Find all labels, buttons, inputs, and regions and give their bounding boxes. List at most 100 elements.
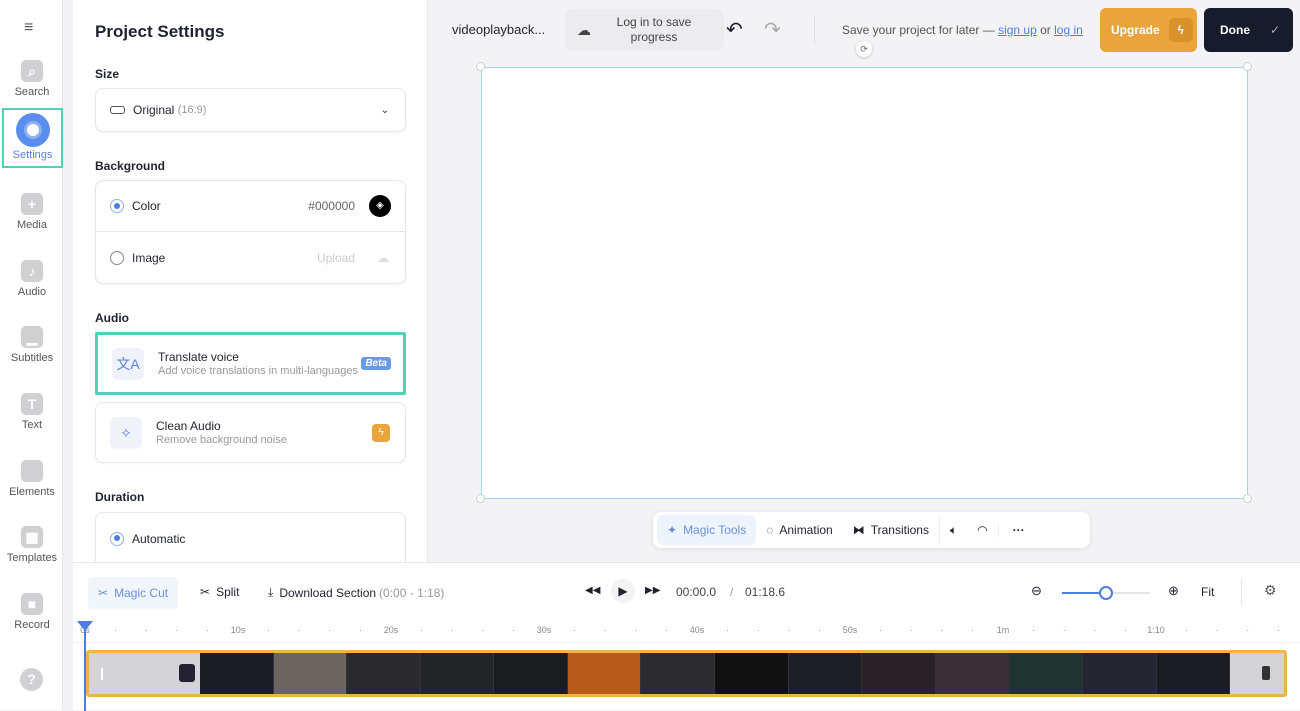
zoom-in-icon[interactable]: ⊕ [1168, 583, 1179, 599]
camera-icon: ■ [21, 593, 43, 615]
settings-panel: Project Settings Size Original (16:9) ⌄ … [73, 0, 428, 562]
rail-item-elements[interactable]: Elements [2, 452, 62, 512]
ruler-label: 20s [383, 625, 399, 635]
volume-icon[interactable]: 🔈︎ [940, 523, 967, 538]
magic-cut-icon: ✂ [98, 586, 109, 600]
rail-item-settings[interactable]: Settings [2, 108, 63, 168]
rail-item-label: Search [14, 86, 50, 98]
color-option[interactable]: Color #000000 ◈ [96, 181, 405, 232]
ruler-tick: · [940, 625, 944, 635]
automatic-option[interactable]: Automatic [96, 513, 405, 562]
paint-bucket-icon[interactable]: ◈ [369, 195, 391, 217]
duration-label: Duration [95, 490, 145, 504]
resize-handle[interactable] [1243, 62, 1252, 71]
split-label: Split [216, 585, 240, 599]
redo-icon[interactable]: ↷ [764, 17, 781, 42]
download-label: Download Section [279, 585, 377, 600]
ruler-tick: · [1062, 625, 1066, 635]
filmstrip-thumbnail [935, 653, 1010, 694]
transitions-icon: ⧓ [852, 523, 865, 537]
timeline-ruler[interactable]: 0s····10s····20s····30s····40s····50s···… [73, 621, 1300, 643]
lightning-icon: ϟ [372, 423, 390, 442]
filmstrip-thumbnail [494, 653, 568, 694]
size-select[interactable]: Original (16:9) ⌄ [95, 88, 406, 132]
aspect-ratio-icon [110, 106, 125, 114]
clean-audio-card[interactable]: ✧ Clean Audio Remove background noise ϟ [95, 402, 406, 463]
timeline-settings-icon[interactable]: ⚙ [1264, 582, 1277, 599]
magic-tools-button[interactable]: ✦ Magic Tools [657, 515, 757, 545]
translate-desc: Add voice translations in multi-language… [158, 364, 358, 377]
rewind-icon[interactable]: ◀◀ [585, 585, 600, 596]
ruler-tick: · [328, 625, 332, 635]
ruler-label: 1:10 [1147, 625, 1165, 635]
more-icon[interactable]: ··· [999, 523, 1039, 537]
color-value: #000000 [308, 199, 355, 213]
magic-tools-label: Magic Tools [683, 523, 747, 537]
resize-handle[interactable] [476, 494, 485, 503]
image-radio[interactable] [110, 250, 124, 265]
split-button[interactable]: ✂ Split [200, 585, 239, 599]
speed-icon[interactable]: ◠ [967, 523, 999, 537]
scissors-icon: ✂ [200, 585, 211, 599]
ruler-tick: · [144, 625, 148, 635]
animation-button[interactable]: ◌ Animation [756, 515, 843, 545]
clean-desc: Remove background noise [156, 433, 287, 446]
transitions-button[interactable]: ⧓ Transitions [843, 515, 940, 545]
cloud-off-icon: ☁ [577, 21, 591, 38]
playhead-marker[interactable] [77, 621, 93, 631]
subtitles-icon: ▁ [21, 326, 43, 348]
project-name[interactable]: videoplayback... [452, 22, 545, 37]
ruler-tick: · [267, 625, 271, 635]
rail-item-audio[interactable]: ♪ Audio [2, 252, 62, 312]
rail-item-media[interactable]: + Media [2, 185, 62, 245]
video-track[interactable] [86, 650, 1287, 697]
size-ratio: (16:9) [177, 104, 207, 116]
zoom-slider-knob[interactable] [1099, 586, 1113, 600]
upload-button[interactable]: Upload [317, 251, 355, 265]
rail-item-search[interactable]: ⌕ Search [2, 52, 62, 112]
chevron-down-icon: ⌄ [380, 104, 389, 116]
upgrade-button[interactable]: Upgrade ϟ [1100, 8, 1197, 52]
download-section-button[interactable]: ⤓ Download Section (0:00 - 1:18) [268, 585, 444, 600]
trim-handle-right[interactable] [1262, 666, 1270, 680]
automatic-label: Automatic [132, 531, 186, 546]
zoom-out-icon[interactable]: ⊖ [1031, 583, 1042, 599]
video-canvas[interactable] [481, 67, 1248, 499]
ruler-tick: · [1276, 625, 1280, 635]
login-save-button[interactable]: ☁ Log in to save progress [565, 9, 724, 51]
resize-handle[interactable] [476, 62, 485, 71]
rail-item-record[interactable]: ■ Record [2, 585, 62, 645]
rotate-handle[interactable]: ⟳ [856, 41, 872, 57]
done-label: Done [1220, 23, 1250, 37]
done-button[interactable]: Done ✓ [1204, 8, 1293, 52]
magic-cut-button[interactable]: ✂ Magic Cut [88, 577, 179, 609]
fit-button[interactable]: Fit [1201, 585, 1214, 599]
log-in-link[interactable]: log in [1054, 23, 1083, 37]
automatic-radio[interactable] [110, 531, 124, 546]
resize-handle[interactable] [1243, 494, 1252, 503]
ruler-tick: · [175, 625, 179, 635]
fast-forward-icon[interactable]: ▶▶ [645, 585, 660, 596]
zoom-slider[interactable] [1062, 586, 1150, 600]
color-radio[interactable] [110, 199, 124, 213]
rail-item-subtitles[interactable]: ▁ Subtitles [2, 318, 62, 378]
rail-item-label: Elements [9, 486, 55, 498]
timeline: ✂ Magic Cut ✂ Split ⤓ Download Section (0:00… [73, 562, 1300, 711]
filmstrip-thumbnail [641, 653, 716, 694]
rail-item-text[interactable]: T Text [2, 385, 62, 445]
ruler-tick: · [787, 625, 791, 635]
time-separator: / [730, 585, 734, 599]
undo-icon[interactable]: ↶ [726, 17, 743, 42]
divider [1241, 579, 1242, 605]
rail-item-templates[interactable]: ▦ Templates [2, 518, 62, 578]
translate-voice-card[interactable]: 文A Translate voice Add voice translations… [95, 332, 406, 395]
play-icon[interactable]: ▶ [611, 579, 635, 603]
help-icon[interactable]: ? [20, 668, 43, 691]
or-text: or [1040, 23, 1051, 37]
image-option[interactable]: Image Upload ☁ [96, 232, 405, 283]
sign-up-link[interactable]: sign up [998, 23, 1037, 37]
ruler-tick: · [420, 625, 424, 635]
trim-handle-left[interactable] [101, 668, 103, 680]
canvas-toolbar: ✦ Magic Tools ◌ Animation ⧓ Transitions 🔈︎ … [653, 512, 1090, 548]
menu-icon[interactable]: ≡ [24, 19, 33, 37]
